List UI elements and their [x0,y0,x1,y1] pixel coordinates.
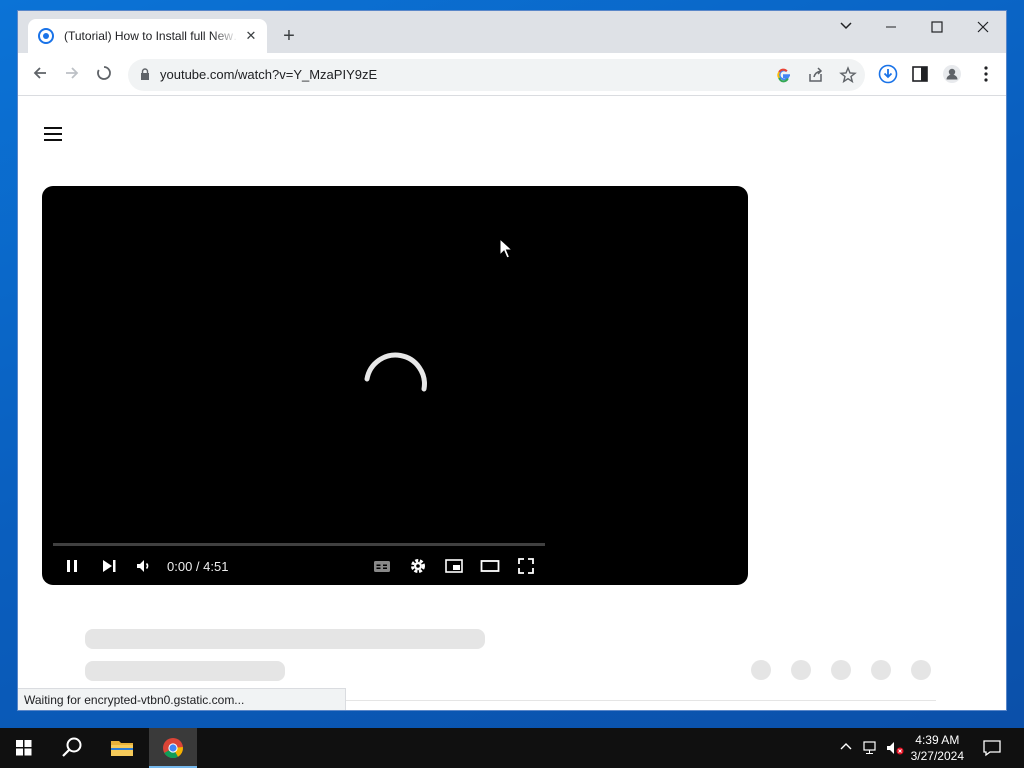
action-skeleton [831,660,851,680]
fullscreen-icon[interactable] [516,556,536,576]
action-skeleton [751,660,771,680]
share-icon[interactable] [807,66,825,84]
show-hidden-icons-chevron-icon[interactable] [839,740,853,754]
chevron-down-icon [840,22,852,30]
page-content: 0:00 / 4:51 [18,97,1006,710]
chrome-icon [163,738,183,759]
bookmark-star-icon[interactable] [839,66,857,84]
reload-button[interactable] [92,63,116,87]
taskbar-clock[interactable]: 4:39 AM 3/27/2024 [911,732,964,764]
notifications-icon[interactable] [982,739,1002,757]
new-tab-button[interactable]: + [278,25,300,47]
side-panel-icon[interactable] [910,64,930,84]
taskbar-file-explorer[interactable] [98,728,146,768]
tab-strip: (Tutorial) How to Install full New… ✕ + [18,11,1006,53]
miniplayer-icon[interactable] [444,556,464,576]
network-icon[interactable] [862,740,880,756]
forward-arrow-icon [66,67,79,79]
minimize-button[interactable] [871,15,911,43]
profile-avatar-icon[interactable] [942,64,962,84]
maximize-icon [931,21,943,33]
loading-spinner-icon [364,352,427,392]
action-skeleton [911,660,931,680]
volume-muted-icon[interactable] [886,740,906,756]
search-icon [62,737,82,757]
minimize-icon [886,26,896,28]
close-icon [977,21,989,33]
next-icon[interactable] [100,556,118,576]
address-url: youtube.com/watch?v=Y_MzaPIY9zE [160,67,378,82]
browser-window: (Tutorial) How to Install full New… ✕ + … [17,10,1007,711]
maximize-button[interactable] [917,15,957,43]
tab-title: (Tutorial) How to Install full New… [64,29,238,43]
channel-skeleton [85,661,285,681]
clock-date: 3/27/2024 [910,749,964,763]
loading-spinner-icon [97,66,111,80]
browser-toolbar: youtube.com/watch?v=Y_MzaPIY9zE [18,53,1006,96]
close-window-button[interactable] [963,15,1003,43]
action-skeleton [791,660,811,680]
action-skeleton [871,660,891,680]
captions-icon[interactable] [372,556,392,576]
back-arrow-icon [33,67,46,79]
back-button[interactable] [28,63,52,87]
google-icon[interactable] [775,66,793,84]
start-button[interactable] [0,728,48,768]
status-bar: Waiting for encrypted-vtbn0.gstatic.com.… [18,688,346,710]
tab-active[interactable]: (Tutorial) How to Install full New… ✕ [28,19,267,53]
theater-mode-icon[interactable] [480,556,500,576]
taskbar-chrome[interactable] [149,728,197,768]
windows-start-icon [16,740,32,756]
tab-close-icon[interactable]: ✕ [243,28,259,44]
tab-favicon-icon [38,28,54,44]
taskbar: 4:39 AM 3/27/2024 [0,728,1024,768]
forward-button[interactable] [60,63,84,87]
progress-bar[interactable] [53,543,545,546]
address-bar[interactable]: youtube.com/watch?v=Y_MzaPIY9zE [128,59,865,91]
time-display: 0:00 / 4:51 [167,559,229,574]
taskbar-search-button[interactable] [48,728,96,768]
hamburger-menu-icon[interactable] [44,127,62,141]
settings-icon[interactable] [408,556,428,576]
clock-time: 4:39 AM [915,733,960,747]
pause-icon[interactable] [64,556,80,576]
lock-icon [141,68,149,80]
folder-icon [111,741,133,756]
volume-icon[interactable] [135,556,153,576]
download-icon[interactable] [878,64,898,84]
tab-search-button[interactable] [826,15,866,43]
video-player[interactable]: 0:00 / 4:51 [42,186,748,585]
title-skeleton [85,629,485,649]
mouse-cursor-icon [499,238,513,259]
menu-dots-icon[interactable] [976,64,996,84]
